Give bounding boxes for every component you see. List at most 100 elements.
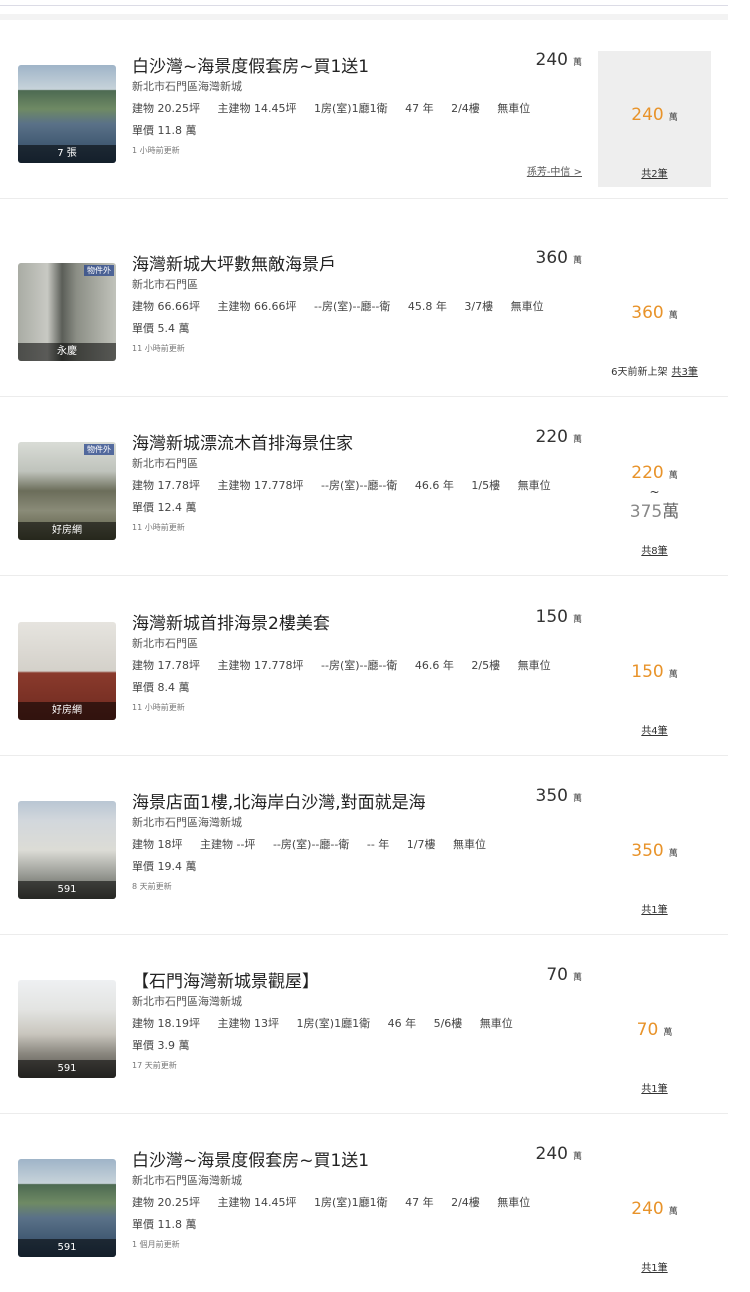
spec-age: 47 年 bbox=[405, 1196, 434, 1209]
listing-title[interactable]: 【石門海灣新城景觀屋】 bbox=[132, 967, 319, 992]
listing-card[interactable]: 591 海景店面1樓,北海岸白沙灣,對面就是海 新北市石門區海灣新城 建物 18… bbox=[0, 756, 728, 935]
listing-title[interactable]: 海灣新城漂流木首排海景住家 bbox=[132, 429, 353, 454]
listing-photo[interactable]: 591 bbox=[18, 801, 116, 899]
listing-price: 220 萬 bbox=[535, 427, 582, 447]
listing-specs: 建物 66.66坪 主建物 66.66坪 --房(室)--廳--衛 45.8 年… bbox=[132, 298, 558, 314]
listing-address: 新北市石門區 bbox=[132, 457, 198, 470]
listing-photo[interactable]: 591 bbox=[18, 1159, 116, 1257]
listing-title[interactable]: 海景店面1樓,北海岸白沙灣,對面就是海 bbox=[132, 788, 426, 813]
price-summary-box[interactable]: 220 萬 ~ 375萬 共8筆 bbox=[598, 428, 711, 564]
listing-count-link[interactable]: 共1筆 bbox=[598, 1259, 711, 1274]
listing-price: 360 萬 bbox=[535, 248, 582, 268]
side-price-high: 375萬 bbox=[629, 502, 680, 522]
spec-parking: 無車位 bbox=[479, 1017, 513, 1030]
listing-count-link[interactable]: 共3筆 bbox=[672, 367, 698, 378]
top-divider bbox=[0, 0, 728, 6]
spec-main-area: 主建物 13坪 bbox=[217, 1017, 280, 1030]
source-badge: 591 bbox=[18, 1239, 116, 1257]
spec-main-area: 主建物 66.66坪 bbox=[217, 300, 297, 313]
spec-floor: 1/5樓 bbox=[471, 479, 501, 492]
listing-address: 新北市石門區 bbox=[132, 637, 198, 650]
spec-layout: 1房(室)1廳1衛 bbox=[296, 1017, 371, 1030]
listing-specs: 建物 20.25坪 主建物 14.45坪 1房(室)1廳1衛 47 年 2/4樓… bbox=[132, 1194, 544, 1210]
price-summary-box[interactable]: 240 萬 共2筆 bbox=[598, 51, 711, 187]
listing-photo[interactable]: 7 張 bbox=[18, 65, 116, 163]
spec-area: 建物 18.19坪 bbox=[132, 1017, 200, 1030]
listing-title[interactable]: 白沙灣~海景度假套房~買1送1 bbox=[132, 52, 369, 77]
listing-photo[interactable]: 好房網 bbox=[18, 622, 116, 720]
side-price: 70 萬 bbox=[636, 1020, 673, 1040]
spec-age: 46.6 年 bbox=[414, 479, 454, 492]
listing-count-link[interactable]: 共1筆 bbox=[598, 901, 711, 916]
side-price: 240 萬 bbox=[631, 105, 678, 125]
spec-parking: 無車位 bbox=[517, 659, 551, 672]
listing-address: 新北市石門區海灣新城 bbox=[132, 1174, 242, 1187]
unit-price: 單價 11.8 萬 bbox=[132, 1218, 197, 1231]
listing-card[interactable]: 好房網 海灣新城首排海景2樓美套 新北市石門區 建物 17.78坪 主建物 17… bbox=[0, 577, 728, 756]
updated-time: 8 天前更新 bbox=[132, 882, 172, 891]
listing-count-link[interactable]: 共2筆 bbox=[598, 165, 711, 180]
spec-area: 建物 20.25坪 bbox=[132, 1196, 200, 1209]
photo-count-badge: 7 張 bbox=[18, 145, 116, 163]
photo-tag: 物件外 bbox=[84, 444, 114, 455]
listing-specs: 建物 18坪 主建物 --坪 --房(室)--廳--衛 -- 年 1/7樓 無車… bbox=[132, 836, 500, 852]
unit-price: 單價 19.4 萬 bbox=[132, 860, 197, 873]
listing-price: 240 萬 bbox=[535, 50, 582, 70]
spec-main-area: 主建物 17.778坪 bbox=[217, 659, 304, 672]
spec-layout: 1房(室)1廳1衛 bbox=[314, 102, 388, 115]
listing-specs: 建物 20.25坪 主建物 14.45坪 1房(室)1廳1衛 47 年 2/4樓… bbox=[132, 100, 544, 116]
spec-age: 46.6 年 bbox=[414, 659, 454, 672]
photo-tag: 物件外 bbox=[84, 265, 114, 276]
listing-card[interactable]: 物件外 永慶 海灣新城大坪數無敵海景戶 新北市石門區 建物 66.66坪 主建物… bbox=[0, 218, 728, 397]
listing-card[interactable]: 物件外 好房網 海灣新城漂流木首排海景住家 新北市石門區 建物 17.78坪 主… bbox=[0, 397, 728, 576]
listing-count-link[interactable]: 共1筆 bbox=[598, 1080, 711, 1095]
listing-count-link[interactable]: 共4筆 bbox=[598, 722, 711, 737]
source-badge: 永慶 bbox=[18, 343, 116, 361]
listing-title[interactable]: 白沙灣~海景度假套房~買1送1 bbox=[132, 1146, 369, 1171]
listing-address: 新北市石門區海灣新城 bbox=[132, 80, 242, 93]
spec-main-area: 主建物 14.45坪 bbox=[217, 102, 297, 115]
spec-floor: 3/7樓 bbox=[464, 300, 494, 313]
listing-photo[interactable]: 物件外 永慶 bbox=[18, 263, 116, 361]
listing-title[interactable]: 海灣新城大坪數無敵海景戶 bbox=[132, 250, 336, 275]
listing-title[interactable]: 海灣新城首排海景2樓美套 bbox=[132, 609, 330, 634]
updated-time: 1 個月前更新 bbox=[132, 1240, 180, 1249]
updated-time: 11 小時前更新 bbox=[132, 703, 185, 712]
side-price: 360 萬 bbox=[631, 303, 678, 323]
side-price: 350 萬 bbox=[631, 841, 678, 861]
unit-price: 單價 8.4 萬 bbox=[132, 681, 190, 694]
spec-floor: 2/4樓 bbox=[451, 1196, 480, 1209]
spec-floor: 2/5樓 bbox=[471, 659, 501, 672]
listing-photo[interactable]: 物件外 好房網 bbox=[18, 442, 116, 540]
listing-card[interactable]: 591 【石門海灣新城景觀屋】 新北市石門區海灣新城 建物 18.19坪 主建物… bbox=[0, 935, 728, 1114]
spec-parking: 無車位 bbox=[452, 838, 486, 851]
spec-area: 建物 66.66坪 bbox=[132, 300, 200, 313]
source-badge: 591 bbox=[18, 1060, 116, 1078]
listing-specs: 建物 18.19坪 主建物 13坪 1房(室)1廳1衛 46 年 5/6樓 無車… bbox=[132, 1015, 527, 1031]
updated-time: 17 天前更新 bbox=[132, 1061, 177, 1070]
spec-area: 建物 17.78坪 bbox=[132, 659, 200, 672]
spec-main-area: 主建物 14.45坪 bbox=[217, 1196, 297, 1209]
spec-age: 47 年 bbox=[405, 102, 434, 115]
price-summary-box[interactable]: 360 萬 6天前新上架 共3筆 bbox=[598, 249, 711, 385]
price-summary-box[interactable]: 70 萬 共1筆 bbox=[598, 966, 711, 1102]
listing-photo[interactable]: 591 bbox=[18, 980, 116, 1078]
listing-card[interactable]: 591 白沙灣~海景度假套房~買1送1 新北市石門區海灣新城 建物 20.25坪… bbox=[0, 1114, 728, 1292]
source-badge: 591 bbox=[18, 881, 116, 899]
spec-main-area: 主建物 17.778坪 bbox=[217, 479, 304, 492]
spec-floor: 1/7樓 bbox=[406, 838, 436, 851]
price-summary-box[interactable]: 350 萬 共1筆 bbox=[598, 787, 711, 923]
unit-price: 單價 11.8 萬 bbox=[132, 124, 197, 137]
listing-count-link[interactable]: 共8筆 bbox=[598, 542, 711, 557]
listing-address: 新北市石門區 bbox=[132, 278, 198, 291]
price-summary-box[interactable]: 240 萬 共1筆 bbox=[598, 1145, 711, 1281]
agent-link[interactable]: 孫芳-中信 > bbox=[527, 163, 582, 178]
listing-address: 新北市石門區海灣新城 bbox=[132, 816, 242, 829]
listing-address: 新北市石門區海灣新城 bbox=[132, 995, 242, 1008]
spec-floor: 2/4樓 bbox=[451, 102, 480, 115]
side-price-low: 220 萬 bbox=[631, 463, 678, 483]
listing-card[interactable]: 7 張 白沙灣~海景度假套房~買1送1 新北市石門區海灣新城 建物 20.25坪… bbox=[0, 20, 728, 199]
price-summary-box[interactable]: 150 萬 共4筆 bbox=[598, 608, 711, 744]
listing-price: 350 萬 bbox=[535, 786, 582, 806]
updated-time: 11 小時前更新 bbox=[132, 344, 185, 353]
